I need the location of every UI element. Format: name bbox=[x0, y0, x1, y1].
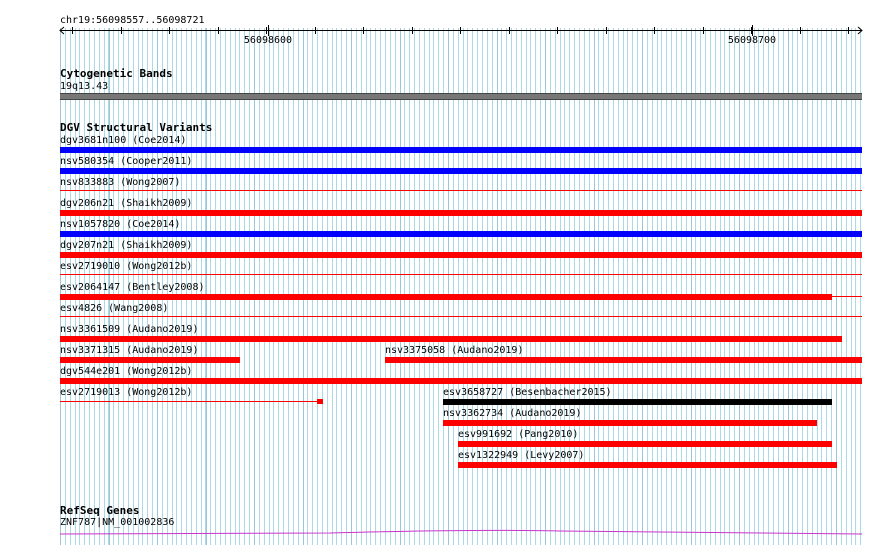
feature-label[interactable]: nsv3375058 (Audano2019) bbox=[385, 345, 523, 356]
feature-label[interactable]: nsv3361509 (Audano2019) bbox=[60, 324, 198, 335]
feature-label[interactable]: esv4826 (Wang2008) bbox=[60, 303, 168, 314]
ruler-tick-label: 56098600 bbox=[243, 35, 293, 46]
feature-bar[interactable] bbox=[60, 231, 862, 237]
feature-label[interactable]: dgv206n21 (Shaikh2009) bbox=[60, 198, 192, 209]
feature-line[interactable] bbox=[832, 296, 862, 297]
feature-bar[interactable] bbox=[443, 399, 832, 405]
feature-label[interactable]: dgv207n21 (Shaikh2009) bbox=[60, 240, 192, 251]
feature-bar[interactable] bbox=[458, 462, 837, 468]
feature-label[interactable]: dgv544e201 (Wong2012b) bbox=[60, 366, 192, 377]
feature-label[interactable]: nsv833883 (Wong2007) bbox=[60, 177, 180, 188]
feature-label[interactable]: nsv1057820 (Coe2014) bbox=[60, 219, 180, 230]
feature-bar[interactable] bbox=[60, 378, 862, 384]
feature-bar[interactable] bbox=[458, 441, 832, 447]
feature-bar[interactable] bbox=[443, 420, 817, 426]
feature-block[interactable] bbox=[317, 399, 323, 404]
feature-label[interactable]: dgv3681n100 (Coe2014) bbox=[60, 135, 186, 146]
feature-bar[interactable] bbox=[60, 147, 862, 153]
feature-bar[interactable] bbox=[60, 294, 832, 300]
feature-label[interactable]: esv2064147 (Bentley2008) bbox=[60, 282, 205, 293]
track-title-cytogenetic-bands: Cytogenetic Bands bbox=[60, 67, 173, 80]
feature-bar[interactable] bbox=[60, 168, 862, 174]
genome-browser-view[interactable]: chr19:56098557..56098721 56098600 560987… bbox=[0, 0, 890, 545]
feature-label[interactable]: esv1322949 (Levy2007) bbox=[458, 450, 584, 461]
cytoband-bar[interactable] bbox=[60, 93, 862, 100]
ruler-tick-label: 56098700 bbox=[727, 35, 777, 46]
feature-line[interactable] bbox=[60, 401, 317, 402]
feature-label[interactable]: esv2719013 (Wong2012b) bbox=[60, 387, 192, 398]
gene-model[interactable] bbox=[0, 520, 890, 545]
cytoband-label: 19q13.43 bbox=[60, 81, 109, 92]
feature-label[interactable]: nsv580354 (Cooper2011) bbox=[60, 156, 192, 167]
feature-line[interactable] bbox=[60, 274, 862, 275]
feature-bar[interactable] bbox=[60, 210, 862, 216]
position-ruler[interactable] bbox=[0, 0, 890, 60]
feature-bar[interactable] bbox=[60, 252, 862, 258]
feature-label[interactable]: esv2719010 (Wong2012b) bbox=[60, 261, 192, 272]
gene-intron-line[interactable] bbox=[59, 529, 863, 535]
feature-line[interactable] bbox=[60, 190, 862, 191]
feature-line[interactable] bbox=[60, 316, 862, 317]
feature-bar[interactable] bbox=[385, 357, 862, 363]
feature-label[interactable]: esv3658727 (Besenbacher2015) bbox=[443, 387, 612, 398]
feature-label[interactable]: nsv3362734 (Audano2019) bbox=[443, 408, 581, 419]
feature-label[interactable]: nsv3371315 (Audano2019) bbox=[60, 345, 198, 356]
feature-bar[interactable] bbox=[60, 336, 842, 342]
track-title-refseq-genes: RefSeq Genes bbox=[60, 504, 140, 517]
feature-label[interactable]: esv991692 (Pang2010) bbox=[458, 429, 578, 440]
track-title-dgv: DGV Structural Variants bbox=[60, 121, 213, 134]
feature-bar[interactable] bbox=[60, 357, 240, 363]
